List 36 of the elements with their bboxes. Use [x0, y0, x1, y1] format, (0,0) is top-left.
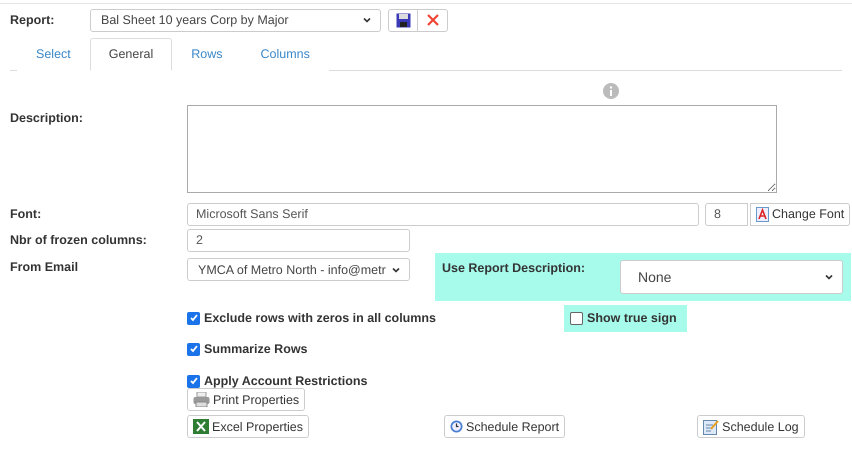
checkbox[interactable]	[570, 312, 584, 324]
frozen-columns-field[interactable]: 2	[187, 228, 410, 252]
font-label: Font:	[10, 207, 42, 221]
print-properties-button[interactable]: Print Properties	[187, 388, 306, 411]
save-icon[interactable]	[388, 8, 418, 32]
report-select[interactable]: Bal Sheet 10 years Corp by Major	[90, 8, 381, 32]
checkbox-label: Exclude rows with zeros in all columns	[204, 311, 436, 325]
use-description-label: Use Report Description:	[442, 261, 586, 275]
letter-icon	[756, 206, 769, 222]
font-size-field[interactable]: 8	[705, 202, 748, 226]
checkbox-label: Apply Account Restrictions	[204, 374, 368, 388]
chevron-down-icon	[362, 15, 372, 25]
checkbox[interactable]	[187, 374, 200, 388]
clock-icon	[450, 420, 464, 433]
font-field[interactable]: Microsoft Sans Serif	[187, 202, 699, 226]
frozen-columns-label: Nbr of frozen columns:	[10, 233, 148, 247]
from-email-select[interactable]: YMCA of Metro North - info@metr	[187, 258, 410, 281]
schedule-report-button[interactable]: Schedule Report	[444, 415, 566, 438]
schedule-log-button[interactable]: Schedule Log	[697, 415, 805, 438]
checkbox-label: Show true sign	[587, 311, 677, 325]
close-icon[interactable]	[418, 8, 448, 32]
checkbox[interactable]	[187, 342, 200, 356]
spreadsheet-icon	[193, 419, 209, 434]
printer-icon	[193, 392, 210, 407]
use-description-select[interactable]: None	[620, 260, 843, 294]
notepad-icon	[703, 418, 720, 434]
checkbox-label: Summarize Rows	[204, 342, 308, 356]
from-email-label: From Email	[10, 260, 80, 274]
checkbox[interactable]	[187, 312, 200, 324]
description-label: Description:	[10, 111, 84, 125]
description-field[interactable]	[187, 105, 777, 193]
tab[interactable]: General	[90, 38, 172, 71]
chevron-down-icon	[824, 272, 834, 282]
excel-properties-button[interactable]: Excel Properties	[187, 415, 310, 438]
report-label: Report:	[10, 13, 56, 27]
change-font-button[interactable]: Change Font	[750, 202, 850, 226]
